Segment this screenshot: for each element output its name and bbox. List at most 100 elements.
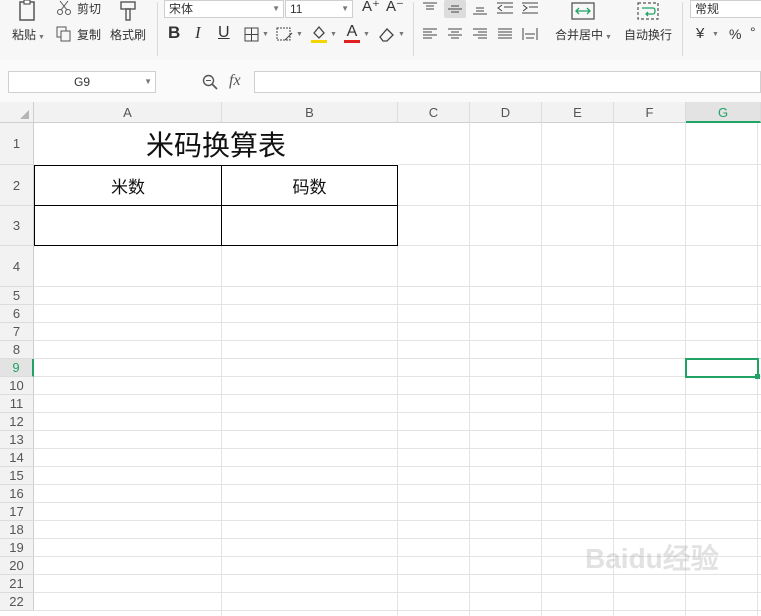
paste-icon[interactable] [14, 0, 42, 22]
fill-handle[interactable] [755, 374, 760, 379]
row-header-17[interactable]: 17 [0, 503, 34, 521]
align-right-icon[interactable] [470, 26, 490, 42]
row-header-3[interactable]: 3 [0, 206, 34, 246]
column-header-f[interactable]: F [614, 102, 686, 123]
grid-line [34, 592, 761, 593]
row-header-13[interactable]: 13 [0, 431, 34, 449]
zoom-search-icon[interactable] [200, 73, 220, 91]
eraser-dropdown-icon[interactable]: ▼ [398, 31, 405, 38]
fill-color-icon[interactable] [309, 24, 329, 44]
row-header-16[interactable]: 16 [0, 485, 34, 503]
active-cell-g9[interactable] [685, 358, 759, 378]
row-header-6[interactable]: 6 [0, 305, 34, 323]
font-name-select[interactable]: 宋体 ▼ [164, 0, 284, 18]
grid-line [34, 502, 761, 503]
formula-input[interactable] [254, 71, 761, 93]
row-header-19[interactable]: 19 [0, 539, 34, 557]
align-middle-icon[interactable] [444, 0, 466, 18]
copy-button[interactable]: 复制 [77, 28, 101, 42]
column-header-d[interactable]: D [470, 102, 542, 123]
ribbon-separator [682, 2, 683, 56]
italic-button[interactable]: I [195, 24, 201, 41]
column-header-g[interactable]: G [686, 102, 761, 123]
align-center-icon[interactable] [445, 26, 465, 42]
align-left-icon[interactable] [420, 26, 440, 42]
decrease-indent-icon[interactable] [495, 0, 515, 16]
row-header-15[interactable]: 15 [0, 467, 34, 485]
row-header-14[interactable]: 14 [0, 449, 34, 467]
merge-center-icon[interactable] [570, 0, 596, 22]
currency-dropdown-icon[interactable]: ▼ [712, 31, 719, 38]
eraser-icon[interactable] [377, 25, 397, 43]
number-format-value: 常规 [695, 2, 720, 16]
cell-style-dropdown-icon[interactable]: ▼ [296, 31, 303, 38]
bold-button[interactable]: B [168, 24, 180, 41]
title-cell[interactable]: 米码换算表 [34, 123, 398, 165]
grid-line [469, 123, 470, 616]
cell-b3[interactable] [222, 206, 397, 245]
wrap-text-button[interactable]: 自动换行 [624, 28, 672, 42]
grid-line [34, 358, 761, 359]
increase-indent-icon[interactable] [520, 0, 540, 16]
underline-button[interactable]: U [218, 25, 230, 41]
row-header-22[interactable]: 22 [0, 593, 34, 611]
column-header-a[interactable]: A [34, 102, 222, 123]
row-header-9[interactable]: 9 [0, 359, 34, 377]
merge-center-dropdown-icon[interactable]: ▼ [603, 34, 612, 41]
align-bottom-icon[interactable] [470, 0, 490, 18]
copy-icon[interactable] [55, 25, 73, 43]
wrap-text-icon[interactable] [636, 0, 660, 22]
name-box[interactable]: G9 ▼ [8, 71, 156, 93]
paste-dropdown-icon[interactable]: ▼ [36, 34, 45, 41]
row-header-4[interactable]: 4 [0, 246, 34, 287]
select-all-corner[interactable] [0, 102, 34, 123]
distribute-icon[interactable] [520, 26, 540, 42]
grid-line [34, 394, 761, 395]
font-size-select[interactable]: 11 ▼ [285, 0, 353, 18]
percent-format-button[interactable]: % [729, 27, 741, 41]
cut-button[interactable]: 剪切 [77, 2, 101, 16]
grid-line [34, 466, 761, 467]
column-header-b[interactable]: B [222, 102, 398, 123]
number-format-select[interactable]: 常规 [690, 0, 761, 18]
row-header-8[interactable]: 8 [0, 341, 34, 359]
row-header-7[interactable]: 7 [0, 323, 34, 341]
cell-a3[interactable] [35, 206, 221, 245]
fill-color-dropdown-icon[interactable]: ▼ [330, 31, 337, 38]
font-color-letter: A [346, 23, 358, 40]
format-painter-button[interactable]: 格式刷 [110, 28, 146, 42]
font-color-dropdown-icon[interactable]: ▼ [363, 31, 370, 38]
decrease-font-button[interactable]: A⁻ [386, 0, 404, 14]
fx-icon[interactable]: fx [229, 72, 241, 90]
row-header-1[interactable]: 1 [0, 123, 34, 165]
align-top-icon[interactable] [420, 0, 440, 16]
row-header-18[interactable]: 18 [0, 521, 34, 539]
chevron-down-icon[interactable]: ▼ [144, 72, 152, 92]
justify-icon[interactable] [495, 26, 515, 42]
row-header-5[interactable]: 5 [0, 287, 34, 305]
paste-button[interactable]: 粘贴 ▼ [12, 28, 45, 45]
row-header-11[interactable]: 11 [0, 395, 34, 413]
cell-a2[interactable]: 米数 [35, 166, 221, 205]
format-painter-icon[interactable] [117, 0, 139, 22]
border-icon[interactable] [242, 25, 260, 43]
font-color-button[interactable]: A [343, 24, 361, 44]
row-header-10[interactable]: 10 [0, 377, 34, 395]
merge-center-button[interactable]: 合并居中 ▼ [555, 28, 612, 45]
cell-style-icon[interactable] [274, 25, 294, 43]
column-header-c[interactable]: C [398, 102, 470, 123]
cell-b2[interactable]: 码数 [222, 166, 397, 205]
row-header-20[interactable]: 20 [0, 557, 34, 575]
border-dropdown-icon[interactable]: ▼ [262, 31, 269, 38]
row-header-21[interactable]: 21 [0, 575, 34, 593]
row-header-12[interactable]: 12 [0, 413, 34, 431]
merge-center-label: 合并居中 [555, 28, 604, 42]
column-header-e[interactable]: E [542, 102, 614, 123]
increase-font-button[interactable]: A⁺ [362, 0, 380, 14]
spreadsheet-grid[interactable]: A B C D E F G 1 2 3 4 5 6 7 8 9 10 11 12… [0, 102, 761, 616]
row-header-2[interactable]: 2 [0, 165, 34, 206]
grid-line [34, 610, 761, 611]
currency-format-button[interactable]: ¥ [696, 26, 704, 41]
cut-icon[interactable] [55, 0, 73, 16]
comma-style-button[interactable]: ° [750, 25, 756, 39]
